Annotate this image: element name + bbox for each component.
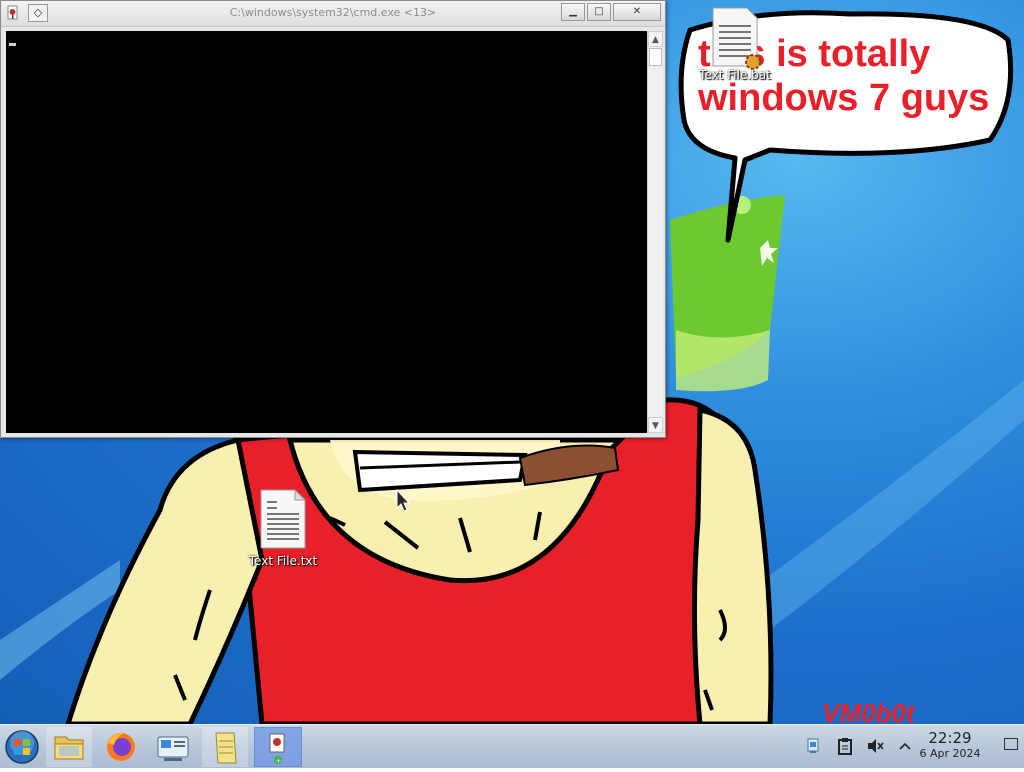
clock-time: 22:29 (928, 729, 972, 747)
clock-date: 6 Apr 2024 (919, 747, 981, 760)
taskbar-item-explorer[interactable] (46, 727, 92, 767)
taskbar-item-control-panel[interactable] (150, 727, 196, 767)
scrollbar-thumb[interactable] (649, 48, 662, 66)
folder-icon (54, 736, 84, 760)
taskbar: + 22:29 6 Apr 2024 (0, 724, 1024, 768)
desktop-icon-text-file-bat[interactable]: Text File.bat (695, 6, 775, 82)
control-panel-icon (157, 736, 189, 761)
cmd-titlebar[interactable]: ◇ C:\windows\system32\cmd.exe <13> ▁ □ ✕ (1, 1, 665, 27)
speech-text-line2: windows 7 guys (697, 77, 989, 119)
show-desktop-button[interactable] (1004, 738, 1018, 750)
vertical-scrollbar[interactable]: ▲ ▼ (647, 31, 663, 433)
character-right-arm (691, 406, 774, 724)
windows-orb-icon (5, 730, 39, 764)
text-cursor (9, 43, 16, 46)
start-button[interactable] (0, 727, 44, 767)
svg-text:+: + (276, 757, 282, 765)
desktop-icon-text-file-txt[interactable]: Text File.txt (243, 488, 323, 568)
volume-muted-icon[interactable] (866, 737, 884, 755)
scroll-up-arrow-icon[interactable]: ▲ (648, 31, 663, 47)
taskbar-item-notepad[interactable] (202, 727, 248, 767)
taskbar-item-cmd[interactable]: + (254, 727, 302, 767)
maximize-button[interactable]: □ (587, 3, 611, 21)
scroll-down-arrow-icon[interactable]: ▼ (648, 417, 663, 433)
notepad-icon (215, 732, 237, 764)
gear-icon (745, 54, 761, 70)
clipboard-icon[interactable] (836, 737, 854, 755)
desktop-icon-label: Text File.txt (248, 554, 318, 568)
desktop-icon-label: Text File.bat (699, 68, 771, 82)
system-tray: 22:29 6 Apr 2024 (774, 725, 1024, 769)
minimize-button[interactable]: ▁ (561, 3, 585, 21)
network-icon[interactable] (804, 737, 822, 755)
batch-file-icon (712, 7, 761, 70)
console-output-area[interactable] (6, 31, 647, 433)
cmd-icon: + (269, 733, 285, 765)
taskbar-item-firefox[interactable] (98, 727, 144, 767)
firefox-icon (107, 733, 135, 761)
cmd-window[interactable]: ◇ C:\windows\system32\cmd.exe <13> ▁ □ ✕… (0, 0, 666, 438)
clock[interactable]: 22:29 6 Apr 2024 (910, 729, 990, 761)
wallpaper-signature: VM0b0t (822, 698, 916, 724)
text-document-icon (260, 488, 307, 549)
close-button[interactable]: ✕ (613, 3, 661, 21)
desktop[interactable]: this is totally windows 7 guys VM0b0t Te… (0, 0, 1024, 724)
